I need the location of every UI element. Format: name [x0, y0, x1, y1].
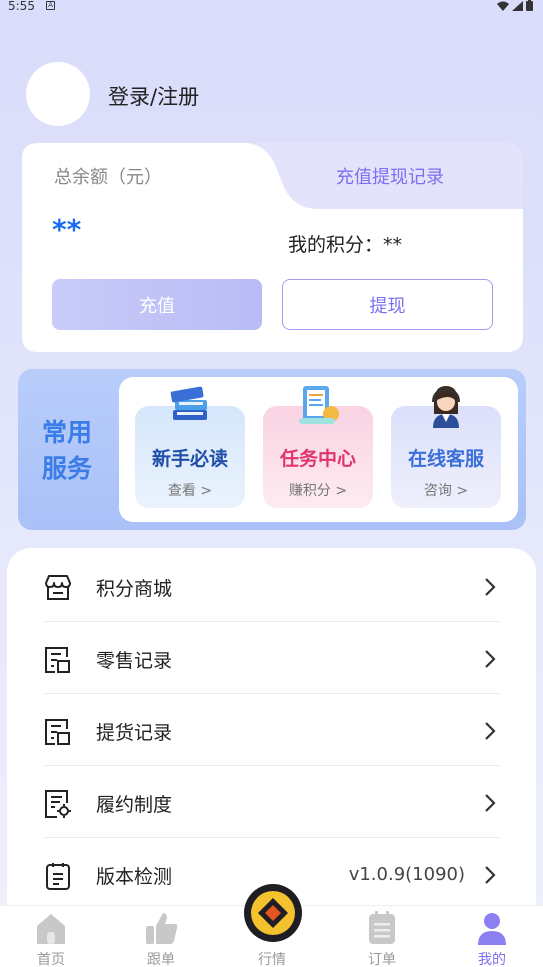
- withdraw-button[interactable]: 提现: [282, 279, 493, 330]
- common-services-panel: 常用服务 新手必读 查看 > 任务中心 赚积分 > 在线客服 咨询 >: [18, 369, 526, 530]
- service-subtitle: 查看 >: [167, 483, 213, 499]
- receipt-icon: [45, 719, 70, 745]
- menu-item-label: 履约制度: [96, 794, 173, 816]
- chevron-right-icon: [485, 794, 496, 812]
- books-icon: [170, 386, 207, 420]
- policy-doc-icon: [45, 790, 71, 818]
- customer-service-icon: [432, 386, 460, 428]
- avatar[interactable]: [26, 62, 90, 126]
- nav-label: 跟单: [147, 952, 175, 967]
- tab-recharge-withdraw-records[interactable]: 充值提现记录: [336, 163, 444, 189]
- nav-label: 我的: [478, 952, 506, 967]
- chevron-right-icon: [485, 578, 496, 596]
- home-icon: [37, 914, 65, 944]
- nav-mine[interactable]: 我的: [447, 906, 537, 967]
- service-subtitle: 咨询 >: [423, 483, 469, 499]
- wifi-icon: [497, 1, 509, 11]
- receipt-icon: [45, 647, 70, 673]
- balance-card: 总余额（元） 充值提现记录 ** 我的积分：** 充值 提现: [22, 143, 523, 352]
- login-register-link[interactable]: 登录/注册: [108, 81, 199, 111]
- status-time: 5:55: [8, 0, 35, 13]
- menu-list: 积分商城 零售记录 提货记录 履约制度 版本检测 v1.0.9(1090): [7, 548, 536, 928]
- signal-icon: [512, 0, 523, 11]
- clipboard-icon: [46, 863, 70, 890]
- nav-home[interactable]: 首页: [6, 906, 96, 967]
- nav-orders[interactable]: 订单: [337, 906, 427, 967]
- nav-label: 订单: [368, 952, 396, 967]
- order-icon: [369, 911, 395, 944]
- service-newbie-guide[interactable]: 新手必读 查看 >: [135, 386, 245, 508]
- nav-follow[interactable]: 跟单: [116, 906, 206, 967]
- menu-item-label: 零售记录: [96, 650, 173, 672]
- service-title: 在线客服: [407, 448, 484, 470]
- total-balance-label: 总余额（元）: [54, 167, 162, 188]
- chevron-right-icon: [485, 866, 496, 884]
- menu-item-label: 版本检测: [96, 866, 173, 888]
- chevron-right-icon: [485, 722, 496, 740]
- balance-amount: **: [52, 213, 82, 246]
- notification-icon: A: [46, 1, 55, 10]
- service-task-center[interactable]: 任务中心 赚积分 >: [263, 386, 373, 508]
- status-bar: 5:55 A: [0, 0, 543, 14]
- chevron-right-icon: [485, 650, 496, 668]
- app-version: v1.0.9(1090): [348, 864, 465, 885]
- market-icon: [251, 891, 295, 935]
- service-online-support[interactable]: 在线客服 咨询 >: [391, 386, 501, 508]
- user-icon: [478, 913, 506, 945]
- service-subtitle: 赚积分 >: [288, 483, 348, 499]
- service-title: 任务中心: [279, 448, 356, 470]
- recharge-button[interactable]: 充值: [52, 279, 262, 330]
- my-points: 我的积分：**: [288, 234, 403, 256]
- menu-item-pickup-records[interactable]: 提货记录: [43, 694, 501, 766]
- services-title: 常用服务: [42, 418, 93, 483]
- nav-label: 行情: [258, 952, 286, 967]
- market-center-button[interactable]: [244, 884, 302, 942]
- menu-item-retail-records[interactable]: 零售记录: [43, 622, 501, 694]
- status-icons: [497, 0, 533, 11]
- menu-item-label: 积分商城: [96, 578, 173, 600]
- battery-icon: [526, 0, 533, 11]
- menu-item-points-mall[interactable]: 积分商城: [43, 550, 501, 622]
- service-title: 新手必读: [151, 448, 228, 470]
- thumbs-up-icon: [146, 913, 178, 944]
- task-clipboard-icon: [299, 386, 339, 424]
- menu-item-label: 提货记录: [96, 722, 173, 744]
- nav-label: 首页: [37, 952, 65, 967]
- menu-item-fulfillment-policy[interactable]: 履约制度: [43, 766, 501, 838]
- store-icon: [45, 575, 71, 600]
- services-list: 新手必读 查看 > 任务中心 赚积分 > 在线客服 咨询 >: [119, 377, 518, 522]
